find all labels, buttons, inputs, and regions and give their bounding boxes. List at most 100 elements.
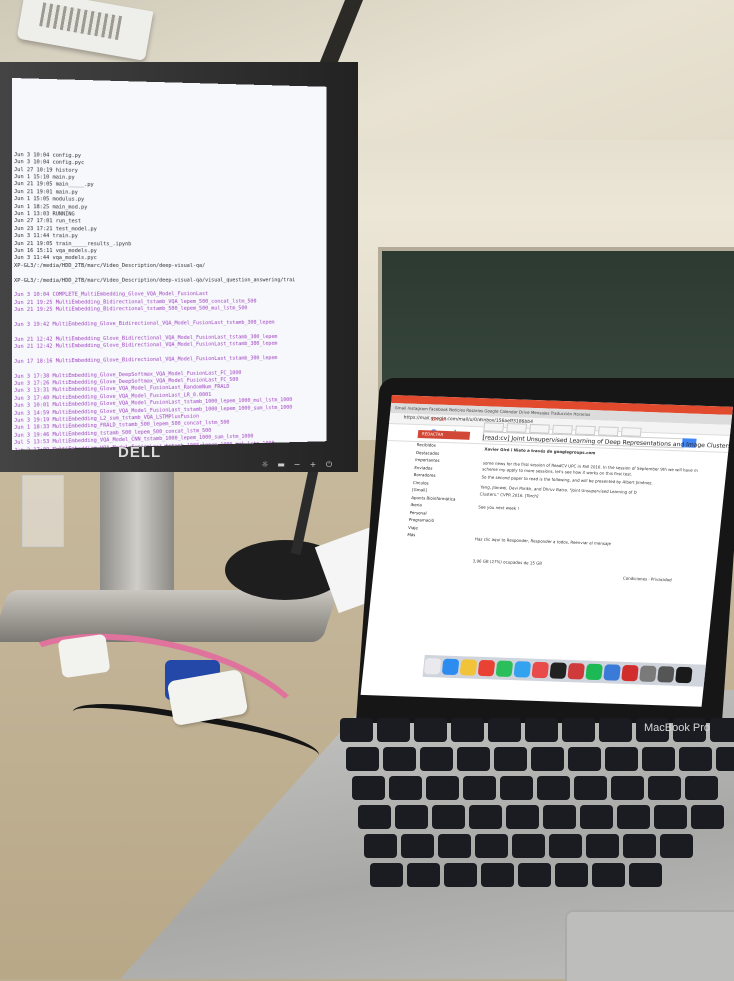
- dock-app-icon[interactable]: [675, 666, 693, 684]
- keyboard-key[interactable]: [432, 805, 465, 829]
- terminal-screen[interactable]: Jun 3 10:04 config.py Jun 3 10:04 config.…: [12, 78, 327, 450]
- trackpad[interactable]: [565, 910, 734, 981]
- keyboard-key[interactable]: [679, 747, 712, 771]
- keyboard-key[interactable]: [358, 805, 391, 829]
- back-button[interactable]: [483, 422, 505, 432]
- keyboard-key[interactable]: [586, 834, 619, 858]
- keyboard-key[interactable]: [395, 805, 428, 829]
- keyboard-key[interactable]: [364, 834, 397, 858]
- keyboard-key[interactable]: [407, 863, 440, 887]
- monitor-button[interactable]: −: [292, 461, 302, 469]
- keyboard-key[interactable]: [420, 747, 453, 771]
- laptop-keyboard[interactable]: [340, 718, 734, 898]
- keyboard-key[interactable]: [389, 776, 422, 800]
- keyboard-key[interactable]: [512, 834, 545, 858]
- macbook-label: MacBook Pro: [644, 722, 711, 734]
- keyboard-key[interactable]: [370, 863, 403, 887]
- keyboard-key[interactable]: [599, 718, 632, 742]
- email-body-line: Clusters." CVPR 2016. [Torch]: [479, 491, 539, 499]
- dock-app-icon[interactable]: [621, 664, 639, 682]
- keyboard-key[interactable]: [438, 834, 471, 858]
- keyboard-key[interactable]: [481, 863, 514, 887]
- keyboard-key[interactable]: [340, 718, 373, 742]
- gmail-sidebar: REDACTAR Recibidos Destacados Importantes E…: [407, 430, 471, 540]
- gmail-label[interactable]: Gmail: [431, 416, 446, 423]
- keyboard-key[interactable]: [623, 834, 656, 858]
- label-button[interactable]: [597, 426, 619, 437]
- keyboard-key[interactable]: [383, 747, 416, 771]
- keyboard-key[interactable]: [525, 718, 558, 742]
- keyboard-key[interactable]: [444, 863, 477, 887]
- keyboard-key[interactable]: [642, 747, 675, 771]
- more-button[interactable]: [620, 427, 642, 437]
- email-body-line[interactable]: Haz clic aquí to Responder, Responder a …: [475, 536, 612, 546]
- spam-button[interactable]: [529, 423, 550, 434]
- keyboard-key[interactable]: [377, 718, 410, 742]
- keyboard-key[interactable]: [574, 776, 607, 800]
- folder-button[interactable]: [574, 425, 596, 436]
- keyboard-key[interactable]: [475, 834, 508, 858]
- keyboard-key[interactable]: [685, 776, 718, 800]
- keyboard-key[interactable]: [580, 805, 613, 829]
- keyboard-key[interactable]: [494, 747, 527, 771]
- dell-logo: DELL: [118, 444, 162, 461]
- keyboard-key[interactable]: [414, 718, 447, 742]
- dock-app-icon[interactable]: [585, 663, 603, 681]
- dock-app-icon[interactable]: [549, 662, 568, 679]
- keyboard-key[interactable]: [555, 863, 588, 887]
- usb-charger: [57, 633, 111, 679]
- dock-app-icon[interactable]: [603, 664, 621, 681]
- dock-app-icon[interactable]: [477, 659, 496, 677]
- keyboard-key[interactable]: [562, 718, 595, 742]
- keyboard-key[interactable]: [605, 747, 638, 771]
- dock-app-icon[interactable]: [459, 659, 478, 676]
- dock-app-icon[interactable]: [513, 661, 532, 678]
- keyboard-key[interactable]: [401, 834, 434, 858]
- dock-app-icon[interactable]: [441, 658, 460, 676]
- keyboard-key[interactable]: [469, 805, 502, 829]
- compose-button[interactable]: REDACTAR: [417, 430, 471, 440]
- dock-app-icon[interactable]: [495, 660, 514, 678]
- keyboard-key[interactable]: [691, 805, 724, 829]
- keyboard-key[interactable]: [660, 834, 693, 858]
- keyboard-key[interactable]: [451, 718, 484, 742]
- monitor-button[interactable]: ☼: [260, 461, 270, 469]
- keyboard-key[interactable]: [537, 776, 570, 800]
- keyboard-key[interactable]: [710, 718, 734, 742]
- keyboard-key[interactable]: [518, 863, 551, 887]
- keyboard-key[interactable]: [617, 805, 650, 829]
- keyboard-key[interactable]: [457, 747, 490, 771]
- keyboard-key[interactable]: [531, 747, 564, 771]
- laptop-screen[interactable]: Gmail Instagram Facebook Notícies Rosari…: [360, 395, 733, 707]
- monitor-button[interactable]: ⏻: [324, 461, 334, 469]
- pen-cup: [22, 475, 64, 547]
- keyboard-key[interactable]: [592, 863, 625, 887]
- mac-dock: [422, 654, 724, 688]
- dock-app-icon[interactable]: [639, 665, 657, 683]
- keyboard-key[interactable]: [648, 776, 681, 800]
- gmail-nav-item[interactable]: Más: [407, 531, 460, 540]
- keyboard-key[interactable]: [654, 805, 687, 829]
- keyboard-key[interactable]: [463, 776, 496, 800]
- keyboard-key[interactable]: [543, 805, 576, 829]
- terminal-line: XP-GL3/:/media/HDD_2TB/marc/Video_Descri…: [13, 276, 296, 284]
- dock-app-icon[interactable]: [657, 666, 675, 683]
- dock-app-icon[interactable]: [423, 657, 442, 675]
- keyboard-key[interactable]: [716, 747, 734, 771]
- monitor-button[interactable]: ▬: [276, 461, 286, 469]
- keyboard-key[interactable]: [352, 776, 385, 800]
- keyboard-key[interactable]: [549, 834, 582, 858]
- keyboard-key[interactable]: [629, 863, 662, 887]
- keyboard-key[interactable]: [426, 776, 459, 800]
- keyboard-key[interactable]: [346, 747, 379, 771]
- keyboard-key[interactable]: [500, 776, 533, 800]
- keyboard-key[interactable]: [488, 718, 521, 742]
- keyboard-key[interactable]: [611, 776, 644, 800]
- dock-app-icon[interactable]: [567, 662, 585, 680]
- dock-app-icon[interactable]: [531, 661, 550, 679]
- monitor-button[interactable]: +: [308, 461, 318, 469]
- keyboard-key[interactable]: [568, 747, 601, 771]
- archive-button[interactable]: [506, 423, 528, 433]
- delete-button[interactable]: [552, 424, 573, 435]
- keyboard-key[interactable]: [506, 805, 539, 829]
